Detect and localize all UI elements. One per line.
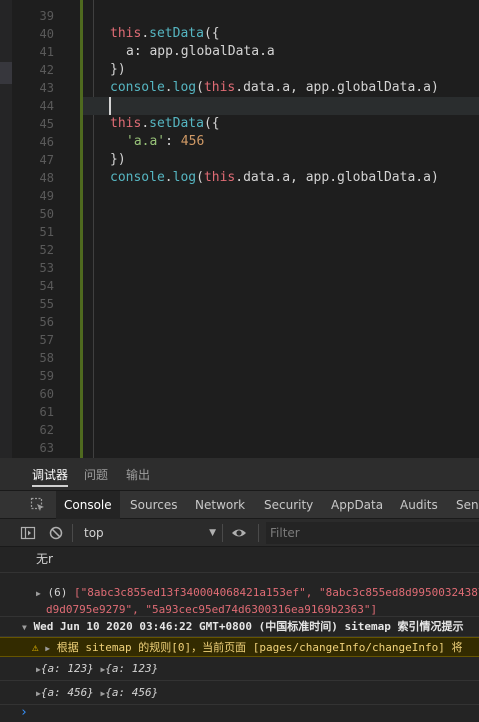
devtools-top-tabs: 调试器 问题 输出: [0, 458, 479, 491]
code-line-41: a: app.globalData.a: [126, 44, 275, 59]
code-line-47: }): [110, 152, 126, 167]
indent-guide: [93, 0, 94, 458]
line-number: 48: [39, 171, 54, 185]
console-log-row[interactable]: ▶{a: 123} ▶{a: 123}: [0, 657, 479, 681]
console-toolbar: top ▼: [0, 519, 479, 547]
console-log-row[interactable]: ▶{a: 456} ▶{a: 456}: [0, 681, 479, 705]
tab-console[interactable]: Console: [56, 491, 120, 519]
sidebar-toggle-icon[interactable]: [20, 525, 36, 541]
warning-text: 根据 sitemap 的规则[0]，当前页面 [pages/changeInfo…: [56, 641, 463, 654]
code-line-45: this.setData({: [110, 116, 220, 131]
expand-triangle-icon[interactable]: ▶: [45, 644, 50, 653]
console-array-message[interactable]: ▶ (6) ["8abc3c855ed13f340004068421a153ef…: [0, 573, 479, 617]
tab-security[interactable]: Security: [264, 491, 313, 519]
console-group-header[interactable]: ▼ Wed Jun 10 2020 03:46:22 GMT+0800 (中国标…: [0, 617, 479, 637]
toolbar-divider: [72, 524, 73, 542]
line-number-gutter: 39 40 41 42 43 44 45 46 47 48 49 50 51 5…: [12, 0, 60, 458]
console-output[interactable]: 无r ▶ (6) ["8abc3c855ed13f340004068421a15…: [0, 547, 479, 722]
log-object: {a: 456}: [105, 686, 159, 699]
code-line-46: 'a.a': 456: [126, 134, 205, 149]
toolbar-divider: [258, 524, 259, 542]
line-number: 39: [39, 9, 54, 23]
console-filter-input[interactable]: [266, 522, 479, 544]
line-number: 57: [39, 333, 54, 347]
line-number: 40: [39, 27, 54, 41]
console-prompt[interactable]: ›: [0, 705, 479, 722]
line-number: 62: [39, 423, 54, 437]
active-line-highlight: [83, 97, 479, 115]
line-number: 47: [39, 153, 54, 167]
code-line-43: console.log(this.data.a, app.globalData.…: [110, 80, 439, 95]
devtools-panel-tabs: Console Sources Network Security AppData…: [0, 491, 479, 519]
text-cursor: [109, 97, 111, 115]
clear-console-icon[interactable]: [48, 525, 64, 541]
context-select-value: top: [84, 526, 104, 540]
tab-issues[interactable]: 问题: [84, 458, 108, 491]
tab-appdata[interactable]: AppData: [331, 491, 383, 519]
line-number: 55: [39, 297, 54, 311]
code-line-42: }): [110, 62, 126, 77]
line-number: 46: [39, 135, 54, 149]
code-line-40: this.setData({: [110, 26, 220, 41]
array-values-line1: ["8abc3c855ed13f340004068421a153ef", "8a…: [73, 586, 479, 599]
line-number: 53: [39, 261, 54, 275]
prompt-chevron-icon: ›: [20, 705, 28, 720]
tab-network[interactable]: Network: [195, 491, 245, 519]
activity-marker: [0, 62, 12, 84]
line-number: 51: [39, 225, 54, 239]
console-text: 无r: [36, 552, 53, 566]
collapse-triangle-icon[interactable]: ▼: [22, 623, 27, 632]
tab-sensor[interactable]: Sens: [456, 491, 479, 519]
eye-icon[interactable]: [231, 525, 247, 541]
tab-audits[interactable]: Audits: [400, 491, 438, 519]
warning-icon: ⚠: [32, 641, 39, 654]
line-number: 44: [39, 99, 54, 113]
line-number: 42: [39, 63, 54, 77]
array-count: (6): [47, 586, 68, 599]
group-header-text: Wed Jun 10 2020 03:46:22 GMT+0800 (中国标准时…: [33, 620, 464, 633]
expand-triangle-icon[interactable]: ▶: [36, 589, 41, 598]
line-number: 49: [39, 189, 54, 203]
toolbar-divider: [222, 524, 223, 542]
log-object: {a: 123}: [40, 662, 94, 675]
line-number: 59: [39, 369, 54, 383]
line-number: 63: [39, 441, 54, 455]
line-number: 50: [39, 207, 54, 221]
array-values-line2: d9d0795e9279", "5a93cec95ed74d6300316ea9…: [46, 603, 378, 616]
inspect-element-icon[interactable]: [30, 497, 46, 513]
tab-debugger[interactable]: 调试器: [32, 458, 69, 491]
code-editor[interactable]: 39 40 41 42 43 44 45 46 47 48 49 50 51 5…: [0, 0, 479, 458]
line-number: 56: [39, 315, 54, 329]
devtools-panel: 调试器 问题 输出 Console Sources Network Securi…: [0, 458, 479, 722]
tab-output[interactable]: 输出: [126, 458, 150, 491]
console-message: 无r: [0, 547, 479, 573]
activity-strip: [0, 0, 12, 458]
dropdown-arrow-icon: ▼: [209, 528, 216, 538]
line-number: 52: [39, 243, 54, 257]
tab-sources[interactable]: Sources: [130, 491, 177, 519]
line-number: 58: [39, 351, 54, 365]
context-select[interactable]: top ▼: [84, 519, 216, 547]
log-object: {a: 123}: [105, 662, 159, 675]
line-number: 41: [39, 45, 54, 59]
console-warning[interactable]: ⚠ ▶ 根据 sitemap 的规则[0]，当前页面 [pages/change…: [0, 637, 479, 657]
line-number: 45: [39, 117, 54, 131]
log-object: {a: 456}: [40, 686, 94, 699]
modified-lines-bar: [80, 0, 83, 458]
line-number: 60: [39, 387, 54, 401]
code-line-48: console.log(this.data.a, app.globalData.…: [110, 170, 439, 185]
line-number: 43: [39, 81, 54, 95]
line-number: 61: [39, 405, 54, 419]
line-number: 54: [39, 279, 54, 293]
